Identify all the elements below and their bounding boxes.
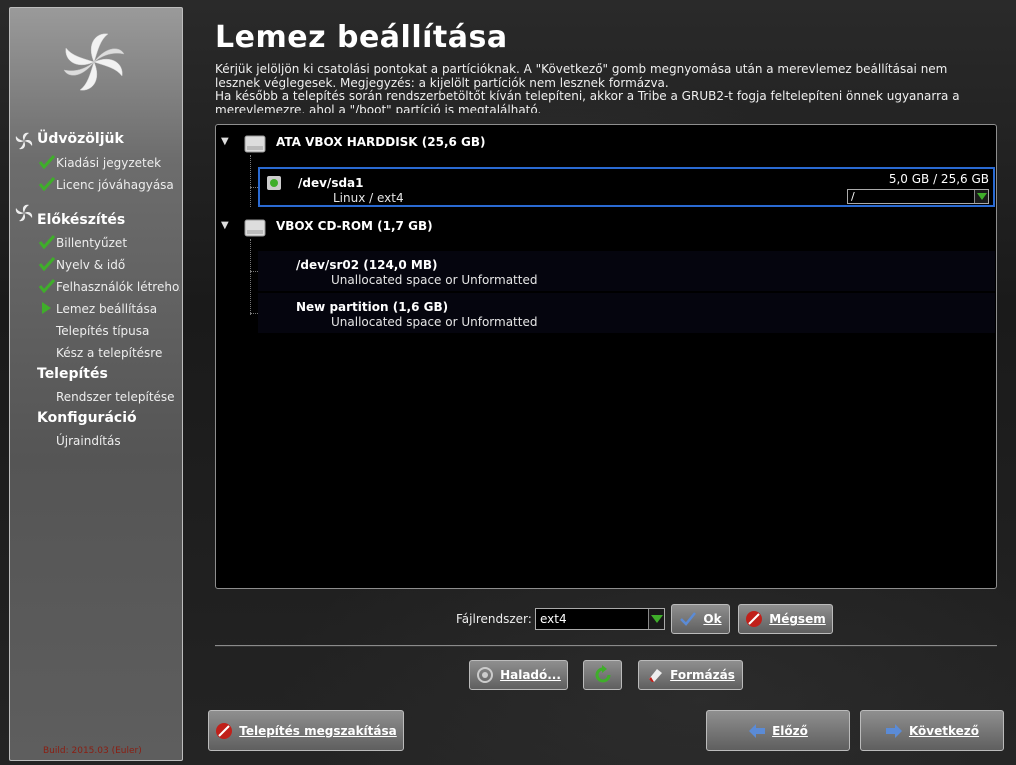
arrow-left-icon bbox=[749, 723, 766, 738]
disk-row-cdrom[interactable]: ▼ VBOX CD-ROM (1,7 GB) bbox=[216, 211, 996, 241]
eraser-icon bbox=[649, 669, 663, 682]
checkmark-icon bbox=[38, 257, 56, 271]
tree-connector bbox=[250, 271, 258, 272]
advanced-icon bbox=[477, 667, 494, 683]
abort-install-button[interactable]: Telepítés megszakítása bbox=[208, 710, 404, 751]
current-step-arrow-icon bbox=[42, 302, 51, 314]
intro-line: lesznek véglegesek. Megjegyzés: a kijelö… bbox=[215, 75, 669, 90]
sidebar-item-create-users: Felhasználók létrehozása bbox=[38, 279, 180, 294]
partition-name: /dev/sr02 (124,0 MB) bbox=[296, 258, 438, 272]
partition-desc: Unallocated space or Unformatted bbox=[331, 315, 538, 329]
checkmark-icon bbox=[680, 612, 697, 626]
sidebar-item-disk-setup: Lemez beállítása bbox=[38, 301, 180, 316]
partition-row-sda1[interactable]: /dev/sda1 Linux / ext4 5,0 GB / 25,6 GB … bbox=[258, 167, 995, 207]
partition-desc: Unallocated space or Unformatted bbox=[331, 273, 538, 287]
partition-name: New partition (1,6 GB) bbox=[296, 300, 449, 314]
intro-text: Kérjük jelöljön ki csatolási pontokat a … bbox=[215, 63, 995, 113]
welcome-step-icon bbox=[15, 132, 33, 150]
tree-connector bbox=[250, 313, 258, 314]
disk-name: VBOX CD-ROM (1,7 GB) bbox=[276, 219, 433, 233]
tree-connector bbox=[250, 187, 258, 188]
step-title-install: Telepítés bbox=[37, 366, 108, 382]
sidebar-item-ready-to-install: Kész a telepítésre bbox=[56, 346, 163, 360]
partition-row-new[interactable]: New partition (1,6 GB) Unallocated space… bbox=[258, 293, 995, 333]
sidebar-item-language-time: Nyelv & idő bbox=[38, 257, 180, 272]
partition-row-sr02[interactable]: /dev/sr02 (124,0 MB) Unallocated space o… bbox=[258, 251, 995, 291]
sidebar: Üdvözöljük Kiadási jegyzetek Licenc jóvá… bbox=[9, 7, 183, 761]
checkmark-icon bbox=[38, 279, 56, 293]
mountpoint-value: / bbox=[851, 190, 855, 203]
build-version: Build: 2015.03 (Euler) bbox=[43, 746, 142, 756]
tree-connector bbox=[250, 155, 251, 207]
checkmark-icon bbox=[38, 177, 56, 191]
disk-row-harddisk[interactable]: ▼ ATA VBOX HARDDISK (25,6 GB) bbox=[216, 127, 996, 157]
partition-name: /dev/sda1 bbox=[298, 176, 364, 190]
separator bbox=[215, 645, 997, 647]
next-button[interactable]: Következő bbox=[860, 710, 1004, 751]
intro-line: Ha később a telepítés során rendszerbetö… bbox=[215, 89, 960, 103]
step-title-preparation: Előkészítés bbox=[37, 212, 126, 228]
tree-connector bbox=[250, 239, 251, 315]
advanced-button[interactable]: Haladó... bbox=[469, 660, 568, 690]
sidebar-item-system-install: Rendszer telepítése bbox=[56, 390, 175, 404]
preparation-step-icon bbox=[15, 204, 33, 222]
checkmark-icon bbox=[38, 155, 56, 169]
sidebar-item-keyboard: Billentyűzet bbox=[38, 235, 180, 250]
dropdown-arrow-icon[interactable] bbox=[648, 609, 664, 629]
filesystem-label: Fájlrendszer: bbox=[456, 612, 532, 626]
cdrom-icon bbox=[244, 219, 266, 237]
partition-size: 5,0 GB / 25,6 GB bbox=[888, 172, 989, 186]
cancel-icon bbox=[216, 722, 233, 739]
expand-chevron-icon[interactable]: ▼ bbox=[221, 136, 229, 147]
page-title: Lemez beállítása bbox=[215, 20, 508, 55]
checkmark-icon bbox=[38, 235, 56, 249]
dropdown-arrow-icon[interactable] bbox=[974, 190, 988, 203]
arrow-right-icon bbox=[885, 723, 902, 738]
partition-desc: Linux / ext4 bbox=[333, 191, 404, 205]
refresh-button[interactable] bbox=[583, 660, 622, 690]
step-title-welcome: Üdvözöljük bbox=[37, 131, 124, 147]
cancel-icon bbox=[746, 611, 763, 627]
sidebar-item-release-notes: Kiadási jegyzetek bbox=[38, 155, 180, 170]
step-title-configuration: Konfiguráció bbox=[37, 410, 137, 426]
disk-name: ATA VBOX HARDDISK (25,6 GB) bbox=[276, 135, 486, 149]
partition-icon bbox=[267, 176, 281, 190]
partition-tree[interactable]: ▼ ATA VBOX HARDDISK (25,6 GB) /dev/sda1 … bbox=[215, 124, 997, 589]
sidebar-item-license: Licenc jóváhagyása bbox=[38, 177, 180, 192]
sidebar-item-reboot: Újraindítás bbox=[56, 434, 121, 448]
expand-chevron-icon[interactable]: ▼ bbox=[221, 220, 229, 231]
tribe-logo-icon bbox=[63, 33, 125, 91]
previous-button[interactable]: Előző bbox=[706, 710, 850, 751]
format-button[interactable]: Formázás bbox=[638, 660, 743, 690]
cancel-button[interactable]: Mégsem bbox=[738, 604, 833, 634]
filesystem-value: ext4 bbox=[540, 612, 567, 626]
sidebar-item-install-type: Telepítés típusa bbox=[56, 324, 150, 338]
refresh-icon bbox=[595, 665, 610, 683]
filesystem-select[interactable]: ext4 bbox=[535, 608, 665, 630]
harddisk-icon bbox=[244, 135, 266, 153]
intro-line: merevlemezre, ahol a "/boot" partíció is… bbox=[215, 102, 542, 113]
mountpoint-select[interactable]: / bbox=[847, 189, 989, 204]
intro-line: Kérjük jelöljön ki csatolási pontokat a … bbox=[215, 63, 948, 76]
ok-button[interactable]: Ok bbox=[671, 604, 730, 634]
